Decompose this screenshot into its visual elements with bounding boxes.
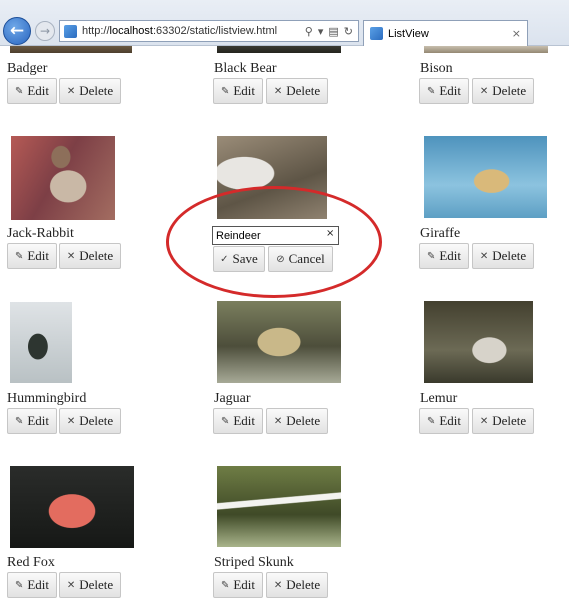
giraffe-photo	[424, 136, 547, 218]
browser-tab[interactable]: ListView ×	[363, 20, 528, 46]
cross-icon: ✕	[273, 85, 283, 97]
hummingbird-photo	[10, 302, 72, 383]
cross-icon: ✕	[66, 85, 76, 97]
striped-skunk-photo	[217, 466, 341, 547]
delete-button[interactable]: ✕ Delete	[59, 243, 121, 269]
delete-button[interactable]: ✕ Delete	[59, 572, 121, 598]
animal-name: Red Fox	[7, 555, 55, 570]
address-bar[interactable]: http://localhost:63302/static/listview.h…	[59, 20, 359, 42]
cross-icon: ✕	[66, 579, 76, 591]
cross-icon: ✕	[66, 250, 76, 262]
animal-name: Badger	[7, 61, 48, 76]
cross-icon: ✕	[273, 415, 283, 427]
edit-button[interactable]: ✎ Edit	[7, 408, 57, 434]
pencil-icon: ✎	[14, 250, 24, 262]
compatibility-view-icon[interactable]: ▤	[328, 25, 338, 38]
cross-icon: ✕	[66, 415, 76, 427]
pencil-icon: ✎	[14, 579, 24, 591]
animal-name: Jack-Rabbit	[7, 226, 74, 241]
animal-name: Hummingbird	[7, 391, 87, 406]
edit-button[interactable]: ✎ Edit	[7, 572, 57, 598]
forward-arrow-icon: →	[39, 24, 51, 38]
edit-button[interactable]: ✎ Edit	[7, 243, 57, 269]
pencil-icon: ✎	[14, 415, 24, 427]
jaguar-photo	[217, 301, 341, 383]
animal-name: Giraffe	[420, 226, 461, 241]
cross-icon: ✕	[479, 415, 489, 427]
highlight-ellipse	[166, 186, 382, 298]
search-icon[interactable]: ⚲	[305, 25, 313, 38]
pencil-icon: ✎	[426, 415, 436, 427]
animal-name: Bison	[420, 61, 453, 76]
cross-icon: ✕	[273, 579, 283, 591]
pencil-icon: ✎	[426, 85, 436, 97]
delete-button[interactable]: ✕ Delete	[266, 408, 328, 434]
forward-button[interactable]: →	[35, 21, 55, 41]
pencil-icon: ✎	[14, 85, 24, 97]
edit-button[interactable]: ✎ Edit	[7, 78, 57, 104]
delete-button[interactable]: ✕ Delete	[266, 78, 328, 104]
page-favicon-icon	[64, 24, 77, 38]
edit-button[interactable]: ✎ Edit	[419, 243, 469, 269]
delete-button[interactable]: ✕ Delete	[59, 78, 121, 104]
tab-favicon-icon	[370, 27, 383, 40]
close-tab-icon[interactable]: ×	[512, 27, 521, 40]
animal-name: Striped Skunk	[214, 555, 294, 570]
dropdown-icon[interactable]: ▾	[318, 25, 324, 38]
pencil-icon: ✎	[220, 415, 230, 427]
red-fox-photo	[10, 466, 134, 548]
badger-photo	[10, 46, 132, 53]
cross-icon: ✕	[479, 85, 489, 97]
back-button[interactable]: ←	[3, 17, 31, 45]
refresh-icon[interactable]: ↻	[344, 25, 353, 38]
jack-rabbit-photo	[11, 136, 115, 220]
url-text: http://localhost:63302/static/listview.h…	[82, 25, 278, 37]
animal-name: Jaguar	[214, 391, 251, 406]
browser-toolbar: ← → http://localhost:63302/static/listvi…	[0, 0, 569, 46]
delete-button[interactable]: ✕ Delete	[472, 408, 534, 434]
delete-button[interactable]: ✕ Delete	[59, 408, 121, 434]
edit-button[interactable]: ✎ Edit	[419, 78, 469, 104]
edit-button[interactable]: ✎ Edit	[213, 78, 263, 104]
bison-photo	[424, 46, 548, 53]
black-bear-photo	[217, 46, 341, 53]
tab-title: ListView	[388, 27, 429, 40]
delete-button[interactable]: ✕ Delete	[472, 78, 534, 104]
back-arrow-icon: ←	[9, 21, 25, 41]
edit-button[interactable]: ✎ Edit	[213, 572, 263, 598]
pencil-icon: ✎	[220, 579, 230, 591]
cross-icon: ✕	[479, 250, 489, 262]
pencil-icon: ✎	[220, 85, 230, 97]
pencil-icon: ✎	[426, 250, 436, 262]
lemur-photo	[424, 301, 533, 383]
delete-button[interactable]: ✕ Delete	[472, 243, 534, 269]
delete-button[interactable]: ✕ Delete	[266, 572, 328, 598]
animal-name: Black Bear	[214, 61, 277, 76]
edit-button[interactable]: ✎ Edit	[213, 408, 263, 434]
animal-name: Lemur	[420, 391, 458, 406]
edit-button[interactable]: ✎ Edit	[419, 408, 469, 434]
